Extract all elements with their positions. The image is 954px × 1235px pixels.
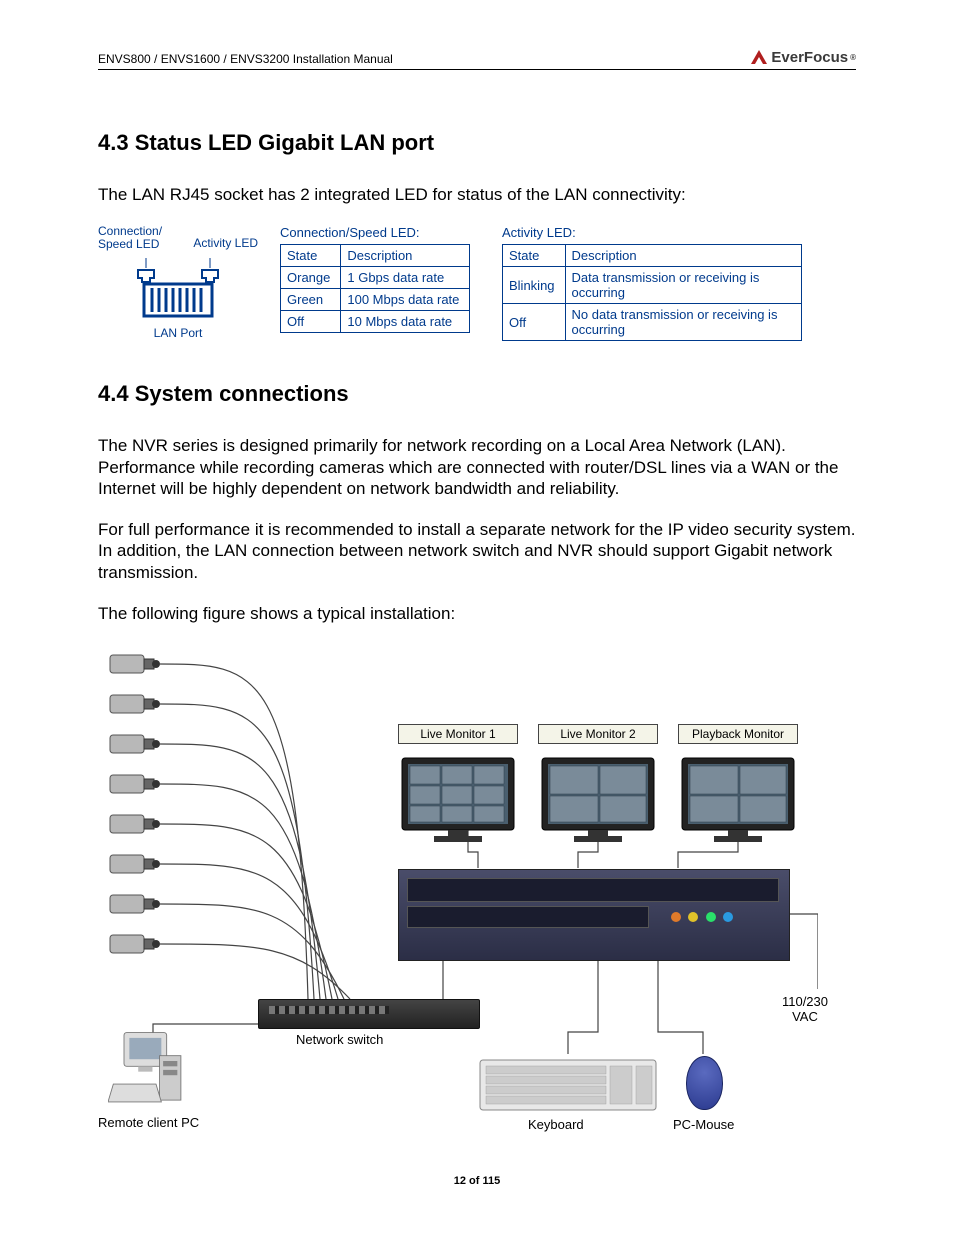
power-label: 110/230 VAC — [782, 994, 828, 1024]
conn-speed-label-2: Speed LED — [98, 237, 159, 251]
live-monitor-2-label: Live Monitor 2 — [538, 724, 658, 744]
conn-led-h2: Description — [341, 245, 470, 267]
act-led-h2: Description — [565, 245, 801, 267]
keyboard-icon — [478, 1054, 658, 1114]
lan-port-caption: LAN Port — [98, 326, 258, 340]
monitor-icon — [538, 746, 658, 856]
section-4-4-p2: For full performance it is recommended t… — [98, 519, 856, 583]
table-cell: Blinking — [503, 267, 566, 304]
typical-installation-figure: Live Monitor 1 Live Monitor 2 — [98, 644, 818, 1134]
activity-led-block: Activity LED: State Description Blinking… — [502, 225, 802, 341]
table-cell: 100 Mbps data rate — [341, 289, 470, 311]
mouse-label: PC-Mouse — [673, 1117, 734, 1132]
table-cell: 10 Mbps data rate — [341, 311, 470, 333]
remote-pc-icon — [108, 1029, 188, 1109]
nvr-unit-icon — [398, 869, 790, 961]
playback-monitor: Playback Monitor — [678, 724, 798, 834]
lan-port-diagram: Connection/ Speed LED Activity LED — [98, 225, 258, 339]
power-line1: 110/230 — [782, 994, 828, 1009]
conn-speed-label-1: Connection/ — [98, 224, 162, 238]
camera-icon — [108, 849, 162, 879]
keyboard-label: Keyboard — [528, 1117, 584, 1132]
connection-speed-led-block: Connection/Speed LED: State Description … — [280, 225, 480, 333]
act-led-h1: State — [503, 245, 566, 267]
table-cell: Off — [281, 311, 341, 333]
table-cell: 1 Gbps data rate — [341, 267, 470, 289]
section-4-4-p1: The NVR series is designed primarily for… — [98, 435, 856, 499]
table-cell: No data transmission or receiving is occ… — [565, 304, 801, 341]
mouse-icon — [686, 1056, 723, 1110]
camera-icon — [108, 689, 162, 719]
rj45-socket-icon — [118, 254, 238, 324]
brand-logo: EverFocus® — [749, 48, 856, 66]
camera-icon — [108, 729, 162, 759]
conn-led-h1: State — [281, 245, 341, 267]
table-cell: Off — [503, 304, 566, 341]
remote-pc-label: Remote client PC — [98, 1115, 199, 1130]
camera-icon — [108, 769, 162, 799]
playback-monitor-label: Playback Monitor — [678, 724, 798, 744]
page-number: 12 of 115 — [0, 1175, 954, 1187]
network-switch-icon — [258, 999, 480, 1029]
section-4-3-intro: The LAN RJ45 socket has 2 integrated LED… — [98, 184, 856, 205]
act-led-title: Activity LED: — [502, 225, 802, 240]
section-heading-4-4: 4.4 System connections — [98, 381, 856, 407]
logo-text: EverFocus — [771, 49, 848, 66]
network-switch-label: Network switch — [296, 1032, 383, 1047]
camera-icon — [108, 809, 162, 839]
table-cell: Orange — [281, 267, 341, 289]
activity-led-label: Activity LED — [193, 236, 258, 250]
camera-icon — [108, 889, 162, 919]
page-header: ENVS800 / ENVS1600 / ENVS3200 Installati… — [98, 48, 856, 70]
camera-icon — [108, 929, 162, 959]
section-4-4-p3: The following figure shows a typical ins… — [98, 603, 856, 624]
table-cell: Green — [281, 289, 341, 311]
live-monitor-2: Live Monitor 2 — [538, 724, 658, 834]
table-cell: Data transmission or receiving is occurr… — [565, 267, 801, 304]
conn-led-title: Connection/Speed LED: — [280, 225, 480, 240]
monitor-icon — [398, 746, 518, 856]
doc-title: ENVS800 / ENVS1600 / ENVS3200 Installati… — [98, 52, 393, 66]
monitor-icon — [678, 746, 798, 856]
power-line2: VAC — [792, 1009, 818, 1024]
live-monitor-1: Live Monitor 1 — [398, 724, 518, 834]
everfocus-icon — [749, 48, 769, 66]
live-monitor-1-label: Live Monitor 1 — [398, 724, 518, 744]
logo-mark: ® — [850, 53, 856, 62]
led-figure-row: Connection/ Speed LED Activity LED — [98, 225, 856, 341]
camera-icon — [108, 649, 162, 679]
section-heading-4-3: 4.3 Status LED Gigabit LAN port — [98, 130, 856, 156]
